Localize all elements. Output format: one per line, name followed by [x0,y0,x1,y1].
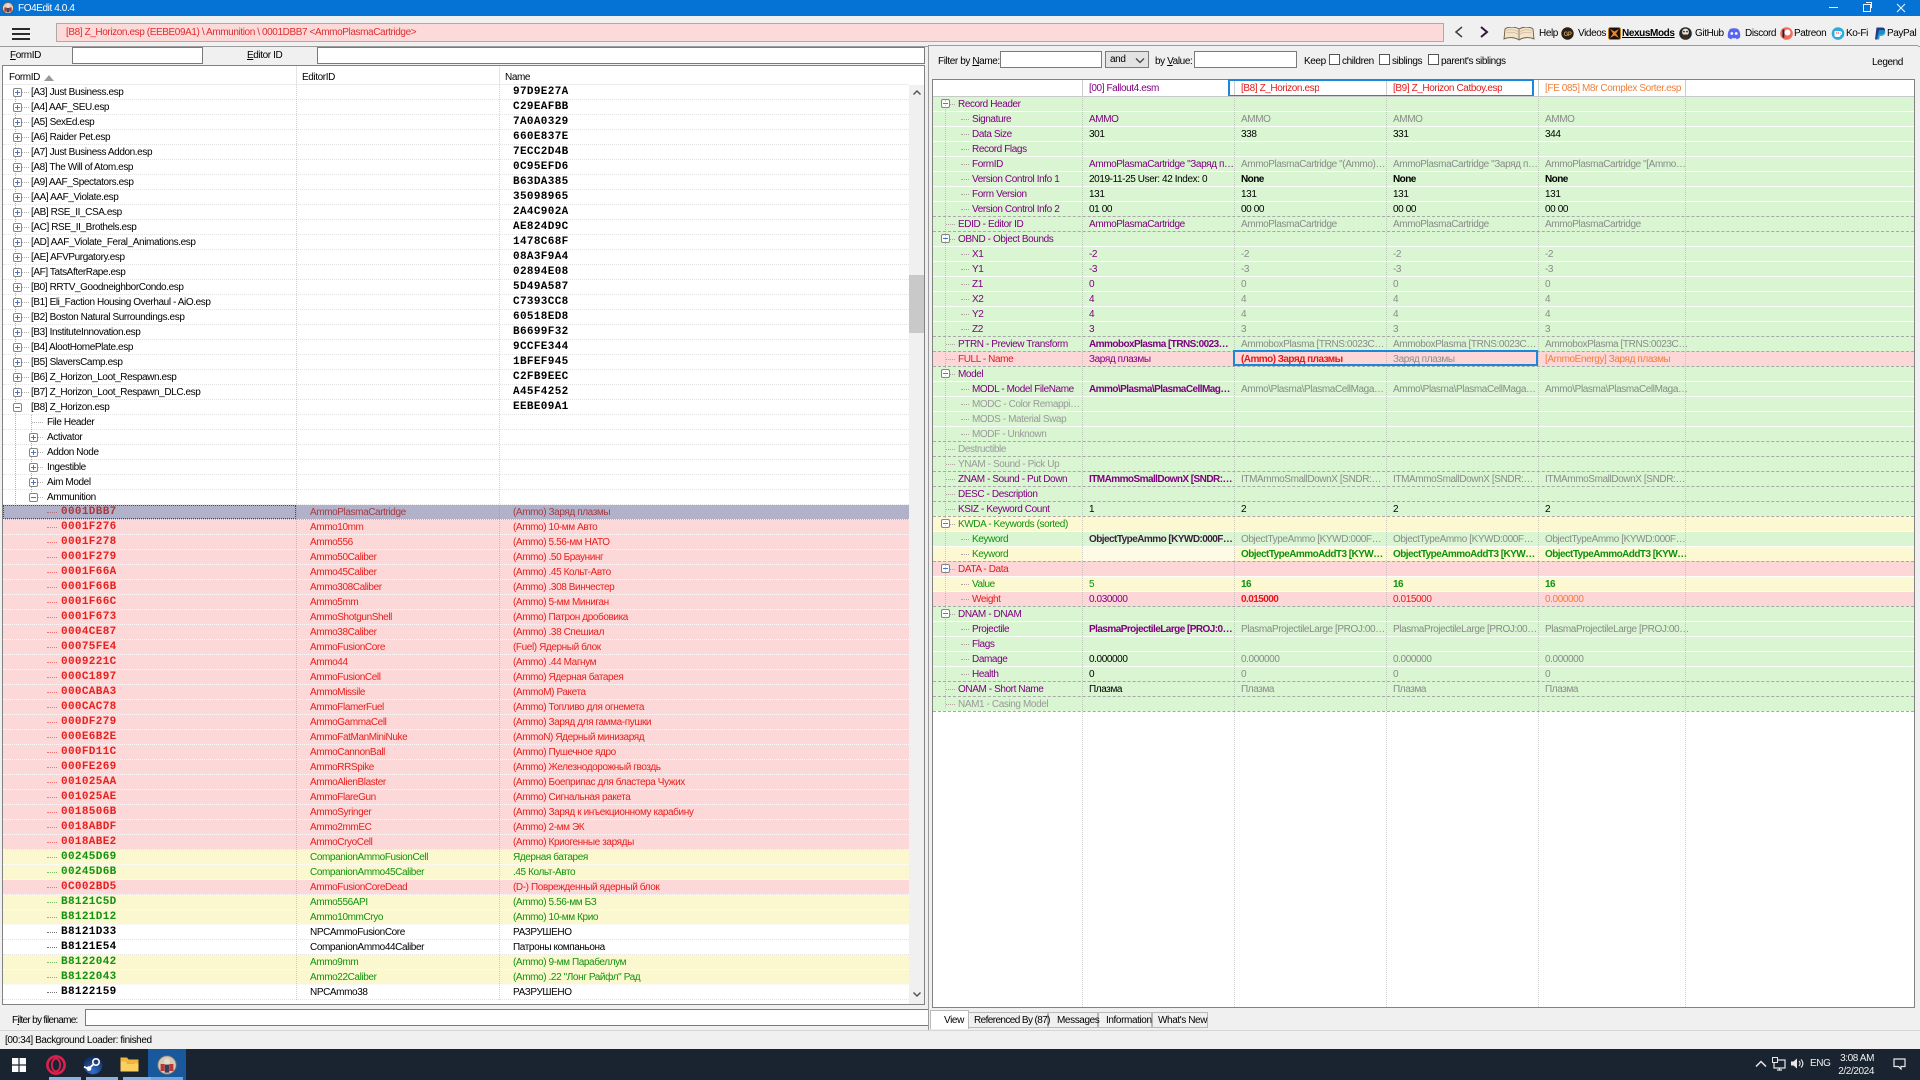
svg-text:GP: GP [1564,32,1572,38]
